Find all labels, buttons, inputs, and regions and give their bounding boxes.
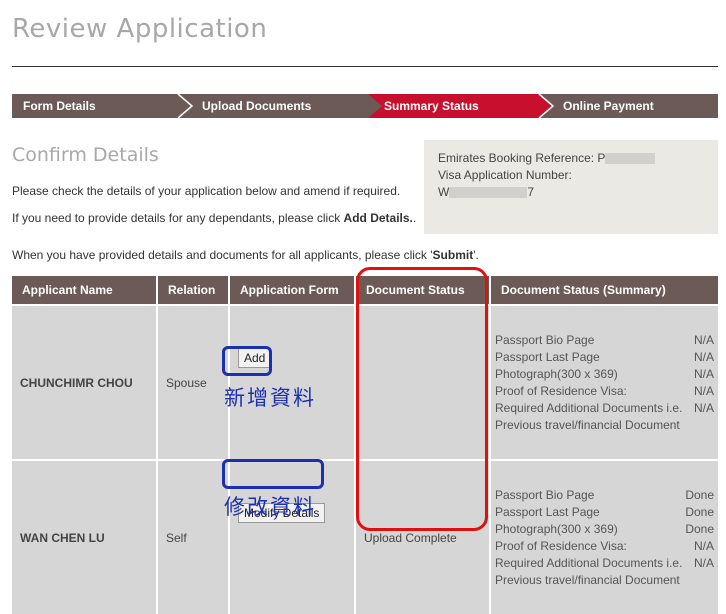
instruction-check: Please check the details of your applica…: [12, 184, 401, 198]
modify-note: 修改資料: [224, 495, 316, 519]
summary-item: Passport Bio Page N/A: [495, 332, 714, 347]
document-summary: Passport Bio Page Done Passport Last Page…: [490, 459, 718, 614]
visa-application-number: W7: [438, 185, 535, 199]
applicant-name: WAN CHEN LU: [12, 459, 158, 614]
col-document-summary: Document Status (Summary): [490, 276, 718, 305]
col-application-form: Application Form: [229, 276, 356, 305]
redacted-value: [449, 187, 528, 199]
modify-button-highlight: [222, 459, 324, 489]
page-title: Review Application: [12, 14, 268, 44]
step-summary-status[interactable]: Summary Status: [384, 94, 479, 118]
reference-box: Emirates Booking Reference: P Visa Appli…: [424, 140, 718, 234]
redacted-value: [605, 153, 656, 165]
summary-item: Required Additional Documents i.e. N/A: [495, 555, 714, 570]
instruction-dependants: If you need to provide details for any d…: [12, 211, 417, 225]
chevron-right-icon: [177, 94, 194, 118]
visa-application-label: Visa Application Number:: [438, 168, 572, 182]
add-note: 新增資料: [224, 386, 316, 410]
add-details-link[interactable]: Add Details.: [344, 211, 413, 225]
step-upload-documents[interactable]: Upload Documents: [202, 94, 311, 118]
summary-item: Passport Bio Page Done: [495, 487, 714, 502]
applicant-name: CHUNCHIMR CHOU: [12, 304, 158, 460]
document-status-highlight: [356, 267, 488, 531]
summary-item: Previous travel/financial Document: [495, 417, 680, 432]
col-applicant-name: Applicant Name: [12, 276, 158, 305]
section-title: Confirm Details: [12, 144, 159, 166]
booking-reference: Emirates Booking Reference: P: [438, 151, 656, 165]
summary-item: Passport Last Page Done: [495, 504, 714, 519]
summary-item: Photograph(300 x 369) Done: [495, 521, 714, 536]
progress-steps: Form Details Upload Documents Summary St…: [12, 94, 718, 118]
summary-item: Passport Last Page N/A: [495, 349, 714, 364]
add-button-highlight: [222, 346, 272, 376]
instruction-submit: When you have provided details and docum…: [12, 248, 479, 262]
document-summary: Passport Bio Page N/A Passport Last Page N…: [490, 304, 718, 460]
summary-item: Photograph(300 x 369) N/A: [495, 366, 714, 381]
chevron-right-icon: [538, 94, 555, 118]
step-online-payment[interactable]: Online Payment: [563, 94, 654, 118]
summary-item: Proof of Residence Visa: N/A: [495, 383, 714, 398]
col-relation: Relation: [157, 276, 230, 305]
relation: Self: [157, 459, 230, 614]
summary-item: Required Additional Documents i.e. N/A: [495, 400, 714, 415]
relation: Spouse: [157, 304, 230, 460]
submit-link[interactable]: Submit: [433, 248, 474, 262]
title-divider: [12, 66, 718, 67]
summary-item: Proof of Residence Visa: N/A: [495, 538, 714, 553]
summary-item: Previous travel/financial Document: [495, 572, 680, 587]
step-form-details[interactable]: Form Details: [23, 94, 96, 118]
